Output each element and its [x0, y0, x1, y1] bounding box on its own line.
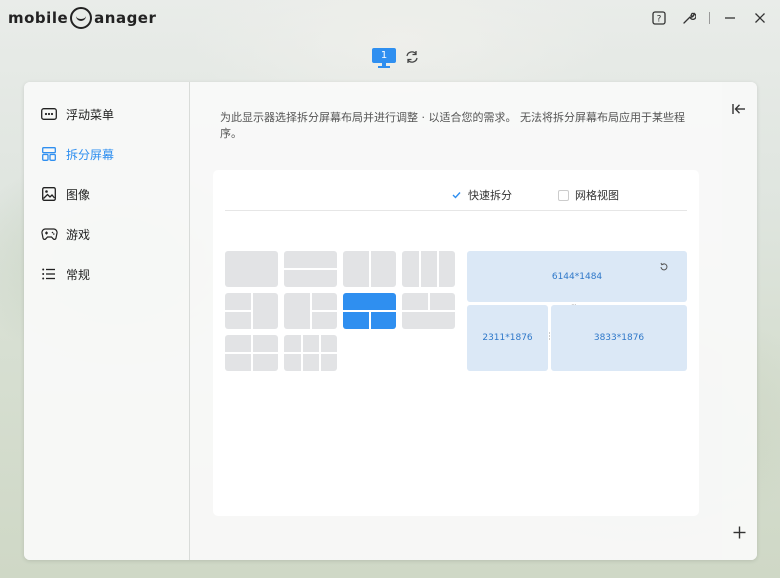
- app-logo: mobile anager: [8, 6, 156, 30]
- right-toolbar: [722, 82, 757, 560]
- monitor-icon[interactable]: 1: [372, 48, 396, 68]
- layout-options: 快速拆分 网格视图: [451, 187, 619, 203]
- reset-icon[interactable]: [659, 257, 669, 271]
- sidebar: 浮动菜单 拆分屏幕 图像 游戏 常规: [24, 82, 190, 560]
- panel-divider: [225, 210, 687, 211]
- layout-tile-top-split-bottom-full[interactable]: [402, 293, 455, 329]
- grid-view-option[interactable]: 网格视图: [558, 187, 619, 203]
- sidebar-item-label: 浮动菜单: [66, 107, 115, 122]
- preview-zone-top[interactable]: 6144*1484: [467, 251, 687, 302]
- layout-tile-left-full-right-split[interactable]: [284, 293, 337, 329]
- collapse-panel-icon[interactable]: [730, 100, 748, 118]
- gamepad-icon: [40, 225, 58, 243]
- controls-divider: [709, 12, 710, 24]
- layout-tile-six-grid[interactable]: [284, 335, 337, 371]
- split-layout-icon: [40, 145, 58, 163]
- monitor-number: 1: [372, 48, 396, 63]
- quick-split-label: 快速拆分: [468, 189, 512, 202]
- sidebar-item-general[interactable]: 常规: [24, 254, 189, 294]
- sidebar-item-label: 图像: [66, 187, 91, 202]
- quick-split-checkbox[interactable]: [451, 189, 462, 201]
- sidebar-item-split-screen[interactable]: 拆分屏幕: [24, 134, 189, 174]
- logo-badge-icon: [70, 7, 93, 29]
- preview-zone-bottom-right-size: 3833*1876: [593, 333, 645, 343]
- close-icon[interactable]: [750, 8, 770, 28]
- logo-text-suffix: anager: [94, 9, 157, 27]
- window-controls: ?: [649, 8, 770, 28]
- image-icon: [40, 185, 58, 203]
- layout-panel: 快速拆分 网格视图 6144*1484 2311*1876 · · · 3833…: [213, 170, 699, 516]
- sidebar-item-image[interactable]: 图像: [24, 174, 189, 214]
- layout-tile-three-columns[interactable]: [402, 251, 455, 287]
- help-icon[interactable]: ?: [649, 8, 669, 28]
- preview-zone-bottom-right[interactable]: 3833*1876: [551, 305, 687, 371]
- layout-tile-two-rows[interactable]: [284, 251, 337, 287]
- preview-zone-bottom-left[interactable]: 2311*1876: [467, 305, 548, 371]
- refresh-icon[interactable]: [404, 49, 422, 67]
- wrench-icon[interactable]: [679, 8, 699, 28]
- sidebar-item-label: 拆分屏幕: [66, 147, 115, 162]
- quick-split-option[interactable]: 快速拆分: [451, 187, 512, 203]
- layout-tile-top-full-bottom-split-selected[interactable]: [343, 293, 396, 329]
- grid-view-checkbox[interactable]: [558, 189, 569, 201]
- main-window: 浮动菜单 拆分屏幕 图像 游戏 常规 为此显示器选择拆分屏幕布局并进行调整 · …: [24, 82, 757, 560]
- layout-tile-left-split-right-full[interactable]: [225, 293, 278, 329]
- description-text: 为此显示器选择拆分屏幕布局并进行调整 · 以适合您的需求。 无法将拆分屏幕布局应…: [220, 111, 685, 140]
- layout-preview: 6144*1484 ··· 2311*1876 ··· 3833*1876: [467, 251, 687, 371]
- logo-text-prefix: mobile: [8, 9, 69, 27]
- layout-tile-two-columns[interactable]: [343, 251, 396, 287]
- svg-text:?: ?: [657, 15, 662, 25]
- minimize-icon[interactable]: [720, 8, 740, 28]
- sidebar-item-floating-menu[interactable]: 浮动菜单: [24, 94, 189, 134]
- list-icon: [40, 265, 58, 283]
- preview-zone-top-size: 6144*1484: [551, 271, 603, 282]
- title-bar: mobile anager ?: [0, 0, 780, 38]
- split-screen-content: 为此显示器选择拆分屏幕布局并进行调整 · 以适合您的需求。 无法将拆分屏幕布局应…: [191, 82, 722, 560]
- dots-icon: [40, 105, 58, 123]
- layout-tile-full[interactable]: [225, 251, 278, 287]
- layout-tile-four-grid[interactable]: [225, 335, 278, 371]
- sidebar-item-label: 游戏: [66, 227, 91, 242]
- preview-zone-bottom-left-size: 2311*1876: [482, 333, 533, 343]
- sidebar-item-game[interactable]: 游戏: [24, 214, 189, 254]
- monitor-selector: 1: [372, 48, 422, 68]
- add-icon[interactable]: [730, 523, 748, 541]
- grid-view-label: 网格视图: [575, 189, 619, 202]
- sidebar-item-label: 常规: [66, 267, 91, 282]
